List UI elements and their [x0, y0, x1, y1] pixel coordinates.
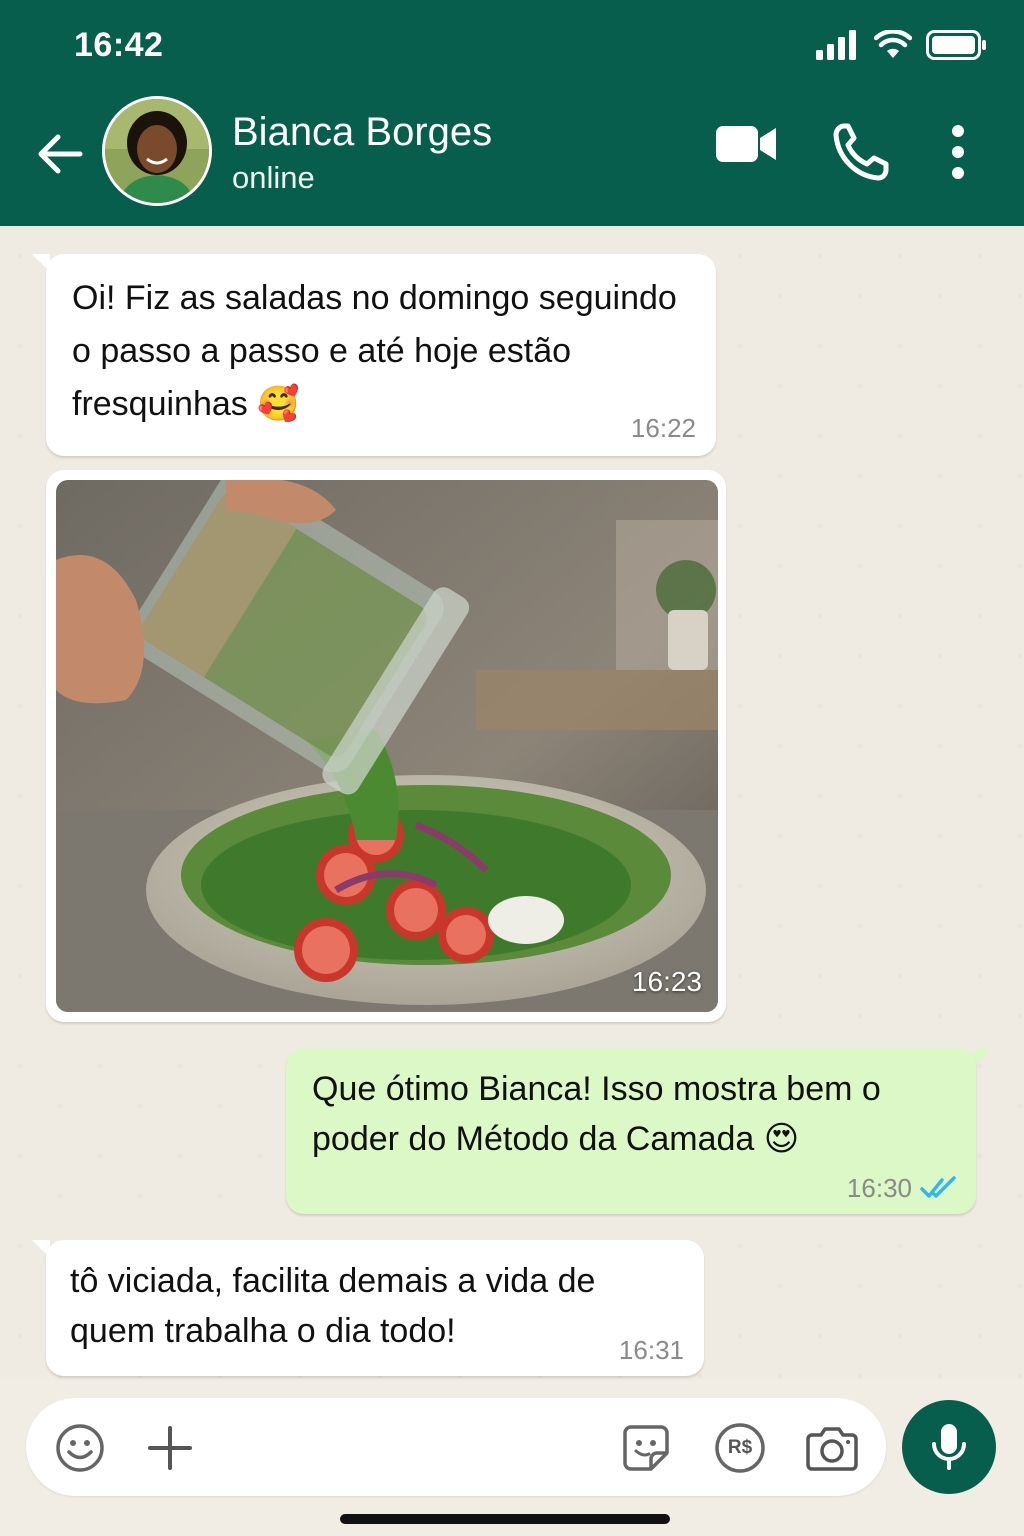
- incoming-message[interactable]: Oi! Fiz as saladas no domingo seguindo o…: [46, 254, 716, 456]
- message-time: 16:22: [630, 413, 696, 443]
- incoming-message[interactable]: tô viciada, facilita demais a vida de qu…: [46, 1240, 704, 1376]
- emoji-icon: [56, 1424, 104, 1472]
- back-button[interactable]: [30, 124, 90, 184]
- chat-area[interactable]: Oi! Fiz as saladas no domingo seguindo o…: [0, 226, 1024, 1380]
- video-call-icon: [716, 126, 776, 162]
- message-time: 16:31: [618, 1335, 684, 1365]
- more-options-button[interactable]: [940, 122, 976, 182]
- message-time: 16:30: [846, 1173, 912, 1203]
- incoming-image-message[interactable]: 16:23: [46, 470, 726, 1022]
- contact-status: online: [232, 160, 315, 195]
- emoji-button[interactable]: [52, 1420, 108, 1476]
- signal-icon: [816, 30, 856, 60]
- input-bar: R$: [0, 1380, 1024, 1536]
- bubble-tail: [974, 1048, 992, 1066]
- video-call-button[interactable]: [716, 122, 778, 166]
- contact-photo: [105, 99, 209, 203]
- sticker-button[interactable]: [618, 1420, 674, 1476]
- message-text: Oi! Fiz as saladas no domingo seguindo o…: [72, 279, 677, 423]
- payment-button[interactable]: R$: [712, 1420, 768, 1476]
- salad-photo[interactable]: 16:23: [56, 480, 718, 1012]
- chat-header: 16:42 Bianca Borges online: [0, 0, 1024, 226]
- back-arrow-icon: [38, 134, 83, 174]
- attach-button[interactable]: [142, 1420, 198, 1476]
- message-input[interactable]: R$: [26, 1398, 886, 1496]
- read-ticks-icon: [920, 1176, 956, 1198]
- payment-label: R$: [727, 1437, 753, 1458]
- camera-button[interactable]: [804, 1420, 860, 1476]
- home-indicator: [340, 1514, 670, 1524]
- status-time: 16:42: [74, 26, 164, 64]
- phone-icon: [833, 123, 889, 181]
- contact-name[interactable]: Bianca Borges: [232, 110, 492, 155]
- salad-photo-image: [56, 480, 718, 1012]
- sticker-icon: [623, 1425, 669, 1471]
- voice-message-button[interactable]: [902, 1400, 996, 1494]
- camera-icon: [806, 1427, 858, 1471]
- image-time: 16:23: [631, 966, 702, 997]
- avatar[interactable]: [102, 96, 212, 206]
- plus-icon: [148, 1426, 192, 1470]
- battery-icon: [926, 30, 986, 60]
- more-vert-icon: [952, 125, 964, 179]
- outgoing-message[interactable]: Que ótimo Bianca! Isso mostra bem o pode…: [286, 1048, 976, 1214]
- message-text: tô viciada, facilita demais a vida de qu…: [70, 1262, 596, 1350]
- voice-call-button[interactable]: [832, 122, 890, 182]
- mic-icon: [932, 1424, 966, 1470]
- message-text: Que ótimo Bianca! Isso mostra bem o pode…: [312, 1070, 881, 1158]
- status-icons: [816, 30, 988, 60]
- wifi-icon: [874, 30, 912, 58]
